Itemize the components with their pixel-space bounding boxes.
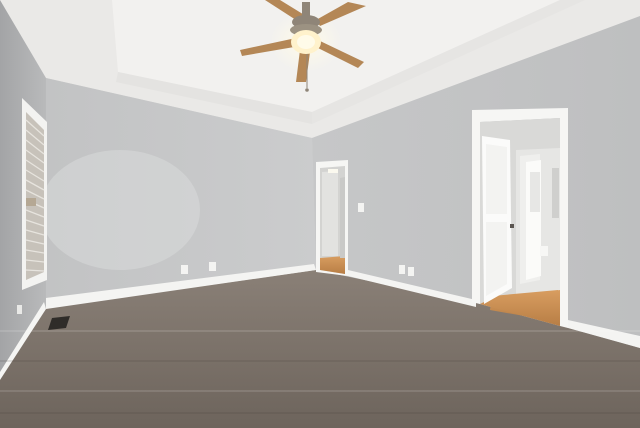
outlet-icon (181, 265, 188, 274)
outlet-icon (209, 262, 216, 271)
outlet-icon (399, 265, 405, 274)
hallway-doorway (316, 160, 348, 276)
light-switch-icon (358, 203, 364, 212)
bedroom-photo (0, 0, 640, 428)
door-icon (472, 108, 568, 328)
outlet-icon (408, 267, 414, 276)
window-blinds-icon (22, 98, 47, 290)
window-light-wash (40, 150, 200, 270)
outlet-icon (17, 305, 22, 314)
